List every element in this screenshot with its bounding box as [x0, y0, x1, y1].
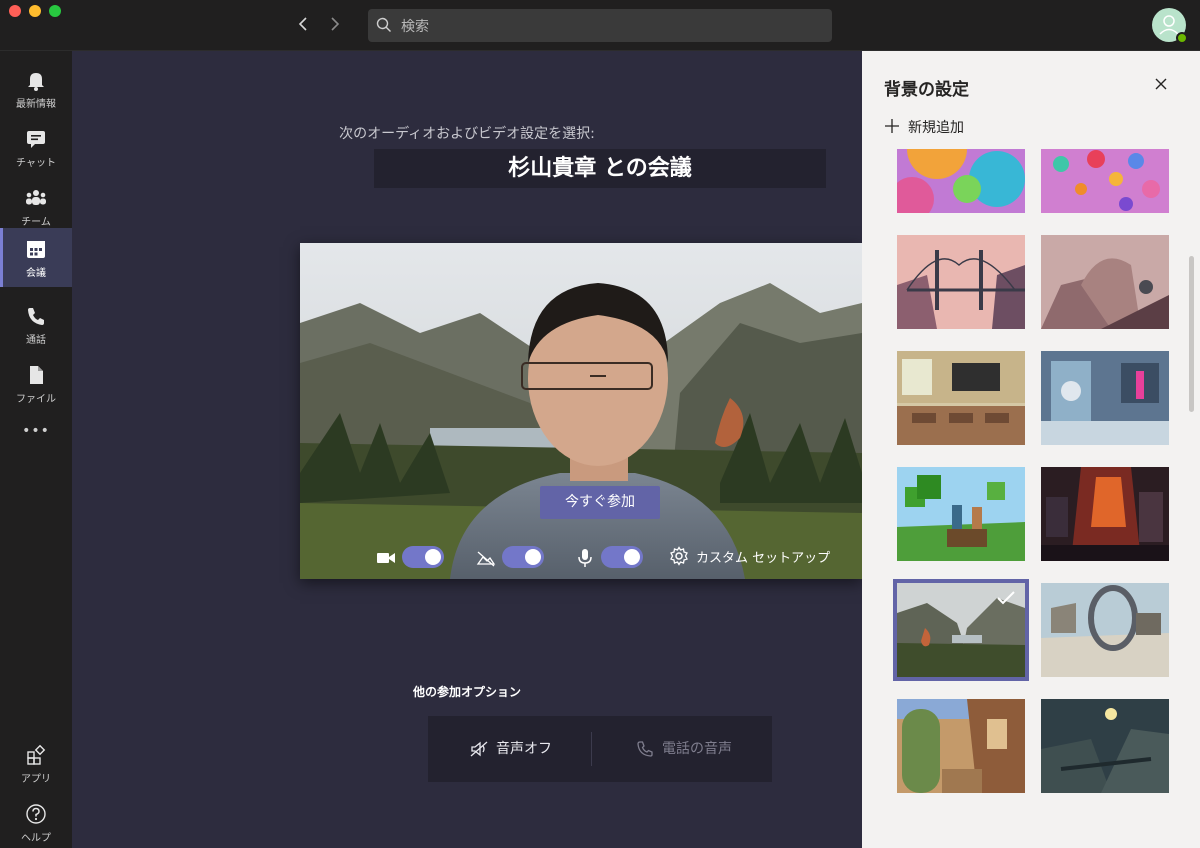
background-thumbnail[interactable] [1041, 235, 1169, 329]
file-icon [30, 366, 43, 384]
background-thumbnail-selected[interactable] [893, 579, 1029, 681]
app-bar: 最新情報 チャット チーム 会議 通話 ファイル ••• アプリ ヘルプ [0, 51, 72, 848]
background-thumbnail[interactable] [1041, 583, 1169, 677]
forward-button[interactable] [323, 13, 345, 35]
rail-item-label: アプリ [21, 774, 51, 785]
microphone-toggle[interactable] [601, 546, 643, 568]
bell-icon [28, 73, 44, 91]
toggle-knob [525, 549, 541, 565]
background-thumbnail[interactable] [1041, 149, 1169, 213]
phone-icon [28, 308, 44, 325]
chevron-left-icon [298, 17, 307, 31]
teams-window: 検索 最新情報 チャット チーム 会議 通話 ファイル ••• アプリ ヘルプ … [0, 0, 1200, 848]
help-icon [26, 804, 46, 824]
rail-item-activity[interactable]: 最新情報 [0, 59, 72, 118]
zoom-window-button[interactable] [49, 5, 61, 17]
background-thumbnail[interactable] [1041, 351, 1169, 445]
rail-item-meetings[interactable]: 会議 [0, 228, 72, 287]
title-bar: 検索 [0, 0, 1200, 51]
add-new-label: 新規追加 [908, 120, 964, 136]
custom-setup-button[interactable]: カスタム セットアップ [696, 547, 830, 566]
rail-item-chat[interactable]: チャット [0, 118, 72, 177]
background-thumbnail[interactable] [1041, 699, 1169, 793]
speaker-off-icon [470, 741, 488, 757]
audio-off-label: 音声オフ [496, 741, 552, 757]
rail-item-apps[interactable]: アプリ [0, 734, 72, 793]
background-thumbnail[interactable] [897, 467, 1025, 561]
audio-off-option[interactable]: 音声オフ [470, 738, 552, 758]
search-icon [376, 17, 391, 32]
background-thumbnail[interactable] [897, 235, 1025, 329]
background-thumbnail[interactable] [897, 149, 1025, 213]
rail-item-label: チーム [21, 217, 51, 228]
gear-icon [670, 546, 688, 566]
background-settings-panel: 背景の設定 新規追加 [862, 51, 1200, 848]
status-badge [1176, 32, 1188, 44]
back-button[interactable] [293, 13, 315, 35]
chevron-right-icon [331, 17, 340, 31]
rail-item-label: チャット [16, 158, 56, 169]
more-icon: ••• [22, 423, 50, 439]
background-blur-icon [476, 551, 496, 567]
user-avatar[interactable] [1152, 8, 1188, 44]
chat-icon [27, 131, 45, 148]
rail-item-label: 通話 [26, 335, 46, 346]
search-placeholder: 検索 [401, 19, 429, 35]
phone-audio-option: 電話の音声 [636, 738, 732, 758]
gallery-scrollbar[interactable] [1189, 256, 1194, 412]
toggle-knob [624, 549, 640, 565]
other-join-options-title: 他の参加オプション [412, 685, 521, 699]
rail-item-calls[interactable]: 通話 [0, 295, 72, 354]
rail-item-label: 会議 [26, 268, 46, 279]
close-window-button[interactable] [9, 5, 21, 17]
toggle-knob [425, 549, 441, 565]
microphone-icon [578, 549, 592, 567]
close-icon[interactable] [1152, 75, 1170, 93]
add-new-button[interactable]: 新規追加 [884, 117, 964, 137]
background-blur-toggle[interactable] [502, 546, 544, 568]
prejoin-screen: 次のオーディオおよびビデオ設定を選択: 杉山貴章 との会議 今すぐ参加 カスタム… [72, 51, 862, 848]
rail-item-label: ファイル [16, 394, 56, 405]
other-join-options: 音声オフ 電話の音声 [428, 716, 772, 782]
plus-icon [885, 119, 899, 133]
background-thumbnail[interactable] [1041, 467, 1169, 561]
phone-icon [637, 741, 653, 757]
join-now-button[interactable]: 今すぐ参加 [540, 486, 660, 519]
apps-icon [27, 744, 46, 765]
minimize-window-button[interactable] [29, 5, 41, 17]
camera-toggle[interactable] [402, 546, 444, 568]
camera-icon [377, 553, 395, 563]
rail-item-files[interactable]: ファイル [0, 354, 72, 413]
more-apps-button[interactable]: ••• [0, 421, 72, 451]
options-divider [591, 732, 592, 766]
rail-item-help[interactable]: ヘルプ [0, 793, 72, 848]
search-input[interactable]: 検索 [368, 9, 832, 42]
calendar-icon [27, 241, 45, 258]
checkmark-icon [997, 591, 1015, 605]
meeting-title: 杉山貴章 との会議 [374, 149, 826, 188]
background-scene-image [300, 243, 862, 579]
background-thumbnail[interactable] [897, 699, 1025, 793]
prejoin-subtitle: 次のオーディオおよびビデオ設定を選択: [339, 126, 595, 142]
teams-icon [26, 190, 46, 205]
phone-audio-label: 電話の音声 [662, 741, 732, 757]
panel-title: 背景の設定 [884, 80, 969, 100]
background-gallery [862, 149, 1188, 848]
rail-item-label: ヘルプ [21, 833, 51, 844]
rail-item-label: 最新情報 [16, 99, 56, 110]
video-preview: 今すぐ参加 カスタム セットアップ [300, 243, 862, 579]
background-thumbnail[interactable] [897, 351, 1025, 445]
